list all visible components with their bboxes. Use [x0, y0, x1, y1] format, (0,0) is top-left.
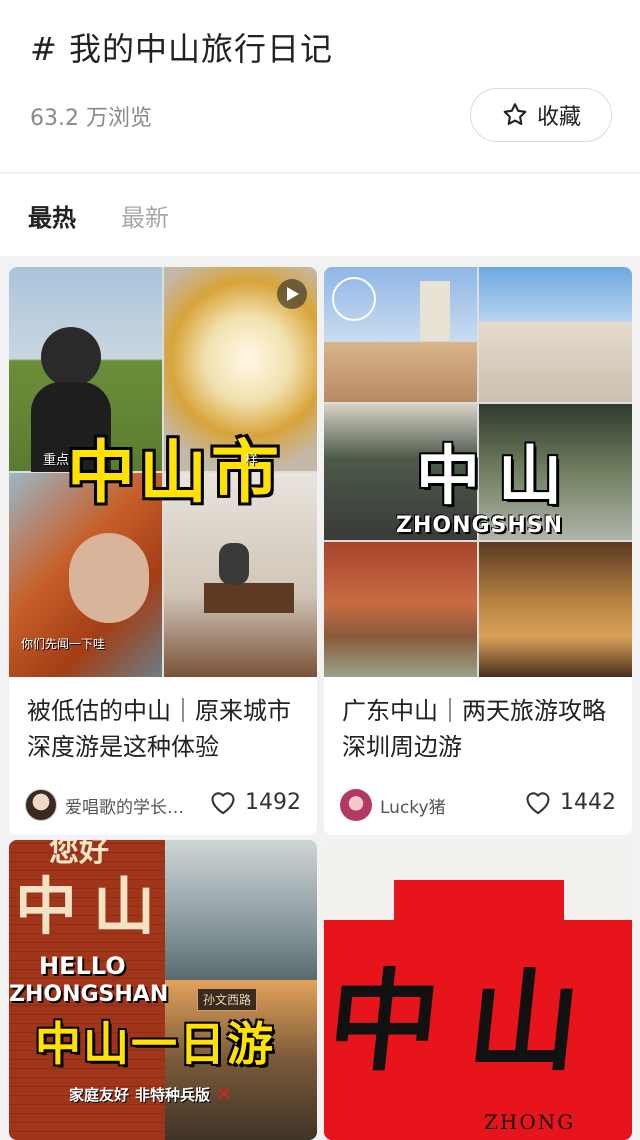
avatar[interactable]	[25, 789, 57, 821]
note-card[interactable]: 中 山 ZHONG	[324, 840, 632, 1140]
note-feed: 中山市 重点 样 你们先闻一下哇 被低估的中山｜原来城市深度游是这种体验 爱唱歌…	[0, 258, 640, 1140]
favorite-button[interactable]: 收藏	[470, 88, 612, 142]
note-caption[interactable]: 被低估的中山｜原来城市深度游是这种体验	[9, 677, 317, 781]
cover-headline: 中山	[416, 440, 580, 514]
author-name[interactable]: Lucky猪	[380, 793, 510, 818]
cover-caption-right: 样	[245, 453, 259, 468]
cover-caption-top: 重点	[43, 453, 70, 468]
note-card[interactable]: 中山市 重点 样 你们先闻一下哇 被低估的中山｜原来城市深度游是这种体验 爱唱歌…	[9, 267, 317, 835]
cross-icon: ✕	[216, 1084, 232, 1105]
cover-tag-family: 家庭友好	[69, 1086, 130, 1104]
note-meta: Lucky猪 1442	[324, 781, 632, 835]
star-icon	[503, 103, 527, 126]
note-meta: 爱唱歌的学长… 1492	[9, 781, 317, 835]
like-count: 1492	[245, 789, 301, 815]
note-cover-image[interactable]: 中山 ZHONGSHSN	[324, 267, 632, 677]
heart-icon	[526, 792, 550, 815]
topic-header: # 我的中山旅行日记 63.2 万浏览 收藏	[0, 0, 640, 172]
cover-calligraphy: 中 山	[324, 957, 583, 1086]
note-caption[interactable]: 广东中山｜两天旅游攻略 深圳周边游	[324, 677, 632, 781]
tab-hottest[interactable]: 最热	[28, 198, 76, 233]
avatar[interactable]	[340, 789, 372, 821]
like-count: 1442	[560, 789, 616, 815]
view-count: 63.2 万浏览	[30, 106, 152, 131]
cover-tag-pace: 非特种兵版	[135, 1086, 211, 1104]
author-name[interactable]: 爱唱歌的学长…	[65, 793, 195, 818]
favorite-label: 收藏	[536, 105, 581, 130]
cover-en-text: ZHONG	[484, 1110, 576, 1134]
cover-subtitle: 你们先闻一下哇	[21, 637, 106, 651]
cover-hello: HELLO	[39, 952, 126, 980]
like-button[interactable]: 1442	[524, 789, 616, 815]
cover-zhongshan: ZHONGSHAN	[9, 982, 169, 1007]
cover-big-text: 中山	[15, 870, 172, 943]
cover-headline: 中山一日游	[35, 1017, 275, 1071]
sort-tabs: 最热 最新	[0, 174, 640, 256]
heart-icon	[211, 792, 235, 815]
note-cover-image[interactable]: 您好 中山 HELLO ZHONGSHAN 孙文西路 中山一日游 家庭友好 非特…	[9, 840, 317, 1140]
topic-title: # 我的中山旅行日记	[30, 30, 333, 68]
note-card[interactable]: 中山 ZHONGSHSN 广东中山｜两天旅游攻略 深圳周边游 Lucky猪 14…	[324, 267, 632, 835]
like-button[interactable]: 1492	[209, 789, 301, 815]
note-cover-image[interactable]: 中 山 ZHONG	[324, 840, 632, 1140]
tab-latest[interactable]: 最新	[121, 198, 169, 233]
cover-headline-en: ZHONGSHSN	[396, 513, 564, 538]
note-cover-image[interactable]: 中山市 重点 样 你们先闻一下哇	[9, 267, 317, 677]
note-card[interactable]: 您好 中山 HELLO ZHONGSHAN 孙文西路 中山一日游 家庭友好 非特…	[9, 840, 317, 1140]
